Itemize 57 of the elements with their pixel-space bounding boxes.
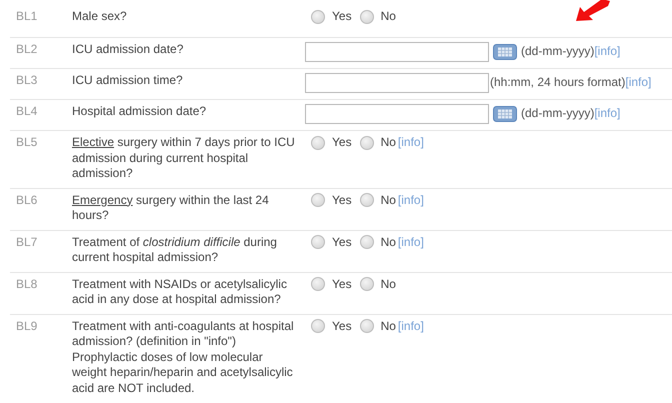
option-label: No (380, 318, 396, 334)
option-label: Yes (332, 234, 352, 250)
input-field[interactable] (305, 104, 489, 124)
radio-button[interactable] (360, 136, 374, 150)
question-number: BL9 (15, 318, 38, 334)
format-hint: (dd-mm-yyyy) (521, 44, 594, 60)
info-link[interactable]: [info] (594, 44, 620, 60)
info-link[interactable]: [info] (625, 75, 652, 91)
question-text: ICU admission date? (72, 42, 184, 58)
option-label: Yes (332, 318, 352, 334)
info-link[interactable]: [info] (398, 234, 424, 250)
radio-button[interactable] (360, 277, 374, 292)
question-number: BL3 (15, 73, 38, 88)
radio-button[interactable] (311, 319, 325, 334)
radio-button[interactable] (360, 319, 374, 334)
info-link[interactable]: [info] (398, 318, 424, 334)
question-text: Male sex? (72, 9, 128, 24)
radio-button[interactable] (311, 136, 325, 150)
radio-button[interactable] (311, 10, 325, 24)
option-label: No (380, 135, 396, 150)
question-text: Elective surgery within 7 days prior to ICU admission during current hospital admission? (72, 135, 296, 182)
option-label: Yes (332, 135, 352, 150)
info-link[interactable]: [info] (398, 192, 424, 208)
info-link[interactable]: [info] (594, 106, 620, 122)
question-number: BL1 (15, 9, 38, 24)
question-number: BL6 (15, 192, 38, 208)
question-text: Treatment of clostridium difficile during current hospital admission? (72, 234, 278, 266)
question-text: Hospital admission date? (72, 104, 208, 120)
radio-button[interactable] (360, 235, 374, 250)
format-hint: (dd-mm-yyyy) (521, 106, 594, 122)
radio-button[interactable] (360, 193, 374, 208)
radio-button[interactable] (311, 277, 325, 292)
question-text: Treatment with NSAIDs or acetylsalicylic acid in any dose at hospital admission? (72, 276, 288, 308)
option-label: Yes (332, 276, 352, 292)
question-text: Emergency surgery within the last 24 hours? (72, 192, 270, 224)
question-number: BL2 (15, 42, 38, 58)
calendar-icon[interactable] (493, 106, 517, 122)
input-field[interactable] (305, 73, 489, 93)
info-link[interactable]: [info] (398, 135, 424, 150)
option-label: Yes (332, 192, 352, 208)
question-number: BL8 (15, 276, 38, 292)
question-number: BL7 (15, 234, 38, 250)
question-number: BL5 (15, 135, 38, 150)
radio-button[interactable] (311, 235, 325, 250)
option-label: No (380, 192, 396, 208)
option-label: No (380, 9, 396, 24)
question-text: Treatment with anti-coagulants at hospital admission? (definition in "info") Prophylactic doses of low molecular weight heparin/heparin and acetylsalicylic acid are NOT included. (72, 318, 295, 396)
calendar-icon[interactable] (493, 44, 517, 60)
option-label: No (380, 234, 396, 250)
format-hint: (hh:mm, 24 hours format) (490, 75, 626, 91)
radio-button[interactable] (311, 193, 325, 208)
question-text: ICU admission time? (72, 73, 184, 88)
input-field[interactable] (305, 42, 489, 62)
option-label: Yes (332, 9, 352, 24)
option-label: No (380, 276, 396, 292)
question-number: BL4 (15, 104, 38, 120)
radio-button[interactable] (360, 10, 374, 24)
